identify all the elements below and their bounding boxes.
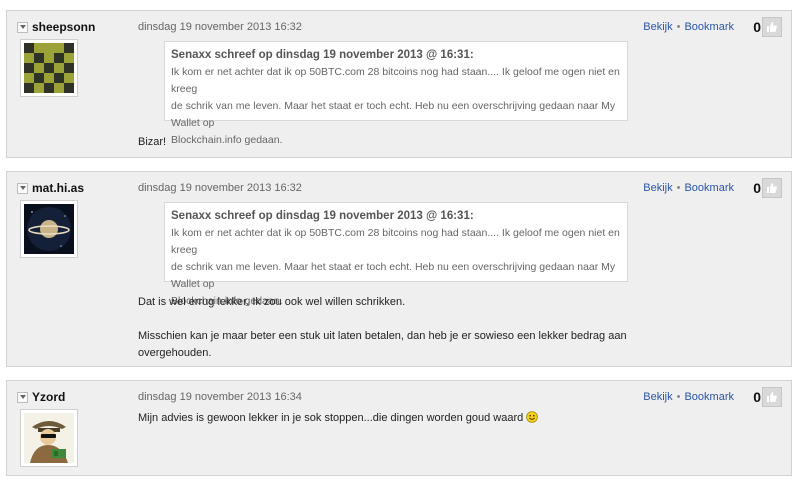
quote-line: de schrik van me leven. Maar het staat e… <box>171 100 616 129</box>
like-button[interactable] <box>762 387 782 407</box>
sheep-pixel-avatar-icon <box>24 43 74 93</box>
author-name[interactable]: Yzord <box>32 390 65 404</box>
message-line: Mijn advies is gewoon lekker in je sok s… <box>138 412 524 424</box>
thumbs-up-icon <box>767 392 777 402</box>
avatar[interactable] <box>20 200 78 258</box>
quote-line: Ik kom er net achter dat ik op 50BTC.com… <box>171 227 620 256</box>
message-body: Mijn advies is gewoon lekker in je sok s… <box>138 410 539 427</box>
author-name[interactable]: sheepsonn <box>32 20 95 34</box>
quote-block: Senaxx schreef op dinsdag 19 november 20… <box>164 41 628 146</box>
view-link[interactable]: Bekijk <box>643 182 672 194</box>
separator: • <box>676 391 681 403</box>
message-body: Dat is wel errug lekker. Ik zou ook wel … <box>138 294 627 362</box>
planet-avatar-icon <box>24 204 74 254</box>
separator: • <box>676 182 681 194</box>
message-line: Dat is wel errug lekker. Ik zou ook wel … <box>138 296 406 308</box>
author-name[interactable]: mat.hi.as <box>32 181 84 195</box>
message-line <box>138 311 627 328</box>
like-button[interactable] <box>762 178 782 198</box>
quote-line: de schrik van me leven. Maar het staat e… <box>171 261 616 290</box>
spy-cartoon-avatar-icon <box>24 413 74 463</box>
score-count: 0 <box>753 389 761 405</box>
bookmark-link[interactable]: Bookmark <box>684 21 734 33</box>
bookmark-link[interactable]: Bookmark <box>684 391 734 403</box>
post-mat-hi-as: mat.hi.as dinsdag 19 november 2013 16:32… <box>6 171 792 367</box>
post-yzord: Yzord dinsdag 19 november 2013 16:34 Bek… <box>6 380 792 476</box>
view-link[interactable]: Bekijk <box>643 391 672 403</box>
avatar[interactable] <box>20 409 78 467</box>
quote-header: Senaxx schreef op dinsdag 19 november 20… <box>171 210 474 222</box>
post-date: dinsdag 19 november 2013 16:32 <box>138 182 302 194</box>
author-header: sheepsonn <box>17 20 95 34</box>
quote-block: Senaxx schreef op dinsdag 19 november 20… <box>164 202 628 307</box>
post-date: dinsdag 19 november 2013 16:34 <box>138 391 302 403</box>
bookmark-link[interactable]: Bookmark <box>684 182 734 194</box>
thumbs-up-icon <box>767 22 777 32</box>
message-line: overgehouden. <box>138 347 212 359</box>
message-line: Bizar! <box>138 136 167 148</box>
thumbs-up-icon <box>767 183 777 193</box>
post-menu-toggle-icon[interactable] <box>17 391 28 403</box>
avatar[interactable] <box>20 39 78 97</box>
post-actions: Bekijk • Bookmark <box>643 391 734 403</box>
post-menu-toggle-icon[interactable] <box>17 21 28 33</box>
quote-line: Blockchain.info gedaan. <box>171 134 283 146</box>
post-actions: Bekijk • Bookmark <box>643 182 734 194</box>
message-body: Bizar! <box>138 134 166 151</box>
separator: • <box>676 21 681 33</box>
post-menu-toggle-icon[interactable] <box>17 182 28 194</box>
author-header: Yzord <box>17 390 65 404</box>
smiley-icon <box>526 411 539 423</box>
view-link[interactable]: Bekijk <box>643 21 672 33</box>
like-button[interactable] <box>762 17 782 37</box>
message-line: Misschien kan je maar beter een stuk uit… <box>138 330 627 342</box>
score-count: 0 <box>753 180 761 196</box>
post-actions: Bekijk • Bookmark <box>643 21 734 33</box>
quote-header: Senaxx schreef op dinsdag 19 november 20… <box>171 49 474 61</box>
quote-line: Ik kom er net achter dat ik op 50BTC.com… <box>171 66 620 95</box>
post-sheepsonn: sheepsonn dinsdag 19 november 2013 16:32… <box>6 10 792 158</box>
score-count: 0 <box>753 19 761 35</box>
post-date: dinsdag 19 november 2013 16:32 <box>138 21 302 33</box>
quote-text: Ik kom er net achter dat ik op 50BTC.com… <box>171 64 621 149</box>
author-header: mat.hi.as <box>17 181 84 195</box>
